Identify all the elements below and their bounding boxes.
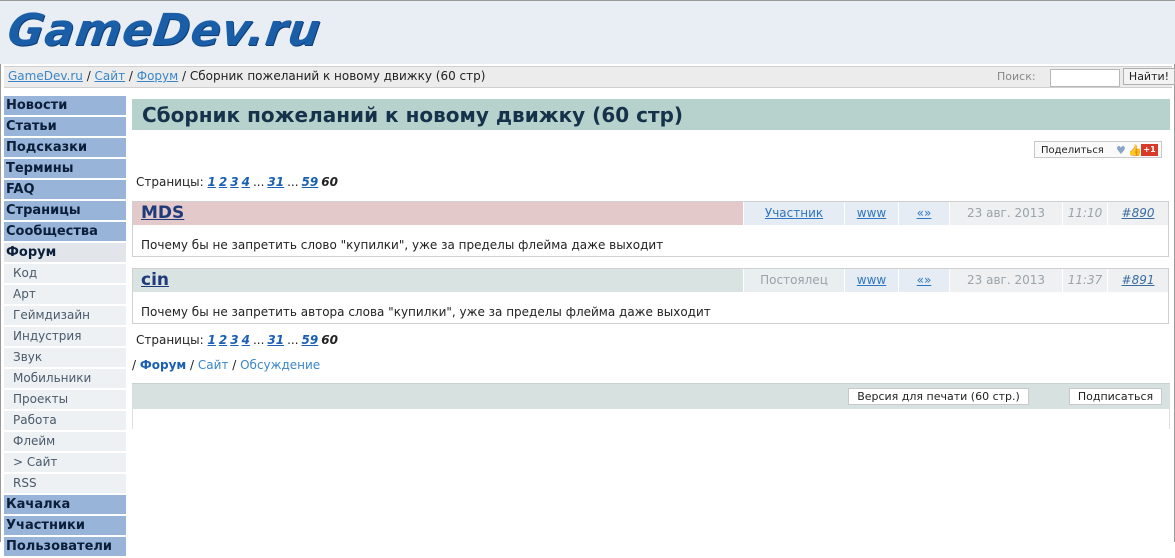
pagination-label: Страницы: <box>136 333 204 347</box>
page-link-59[interactable]: 59 <box>302 175 319 189</box>
sidebar-item-сайт[interactable]: > Сайт <box>4 453 126 472</box>
sidebar-item-проекты[interactable]: Проекты <box>4 390 126 409</box>
sidebar-item-статьи[interactable]: Статьи <box>4 117 126 136</box>
subscribe-button[interactable]: Подписаться <box>1069 388 1162 405</box>
post-number-link[interactable]: #890 <box>1108 202 1168 225</box>
page-link-59[interactable]: 59 <box>302 333 319 347</box>
page-link-2[interactable]: 2 <box>219 333 227 347</box>
page-link-31[interactable]: 31 <box>267 175 284 189</box>
post-time: 11:37 <box>1063 269 1107 292</box>
forum-post: cin Постоялец www «» 23 авг. 2013 11:37 … <box>132 268 1169 324</box>
pagination-label: Страницы: <box>136 175 204 189</box>
breadcrumb-separator: / <box>125 69 137 83</box>
footer-separator: / <box>186 358 198 372</box>
footer-breadcrumb: / Форум / Сайт / Обсуждение <box>132 358 320 372</box>
share-button[interactable]: Поделиться ♥ 👍 +1 <box>1034 141 1162 158</box>
pagination-ellipsis: ... <box>252 333 265 347</box>
page-link-1[interactable]: 1 <box>208 175 216 189</box>
post-body: Почему бы не запретить слово "купилки", … <box>141 238 664 252</box>
sidebar-item-индустрия[interactable]: Индустрия <box>4 327 126 346</box>
share-label: Поделиться <box>1041 145 1104 156</box>
sidebar-item-faq[interactable]: FAQ <box>4 180 126 199</box>
plus-one-icon: +1 <box>1141 144 1158 156</box>
post-quote-link[interactable]: «» <box>899 269 949 292</box>
post-www-link[interactable]: www <box>845 269 898 292</box>
post-date: 23 авг. 2013 <box>950 269 1062 292</box>
sidebar-item-подсказки[interactable]: Подсказки <box>4 138 126 157</box>
footer-discussion-link[interactable]: Обсуждение <box>240 358 320 372</box>
footer-forum-link[interactable]: Форум <box>140 358 186 372</box>
pagination-ellipsis: ... <box>287 175 299 189</box>
pagination-bottom: Страницы: 1 2 3 4... 31... 59 60 <box>136 333 338 347</box>
sidebar-item-мобильники[interactable]: Мобильники <box>4 369 126 388</box>
page-link-3[interactable]: 3 <box>230 175 238 189</box>
page-link-4[interactable]: 4 <box>242 175 250 189</box>
post-date: 23 авг. 2013 <box>950 202 1062 225</box>
breadcrumb-forum-link[interactable]: Форум <box>137 69 178 83</box>
sidebar-item-звук[interactable]: Звук <box>4 348 126 367</box>
sidebar-item-геймдизайн[interactable]: Геймдизайн <box>4 306 126 325</box>
breadcrumb-bar: GameDev.ru / Сайт / Форум / Сборник поже… <box>4 66 1175 88</box>
sidebar-item-страницы[interactable]: Страницы <box>4 201 126 220</box>
breadcrumb: GameDev.ru / Сайт / Форум / Сборник поже… <box>8 69 485 83</box>
site-logo[interactable]: GameDev.ru <box>4 5 324 56</box>
sidebar-item-пользователи[interactable]: Пользователи <box>4 537 126 556</box>
pagination-ellipsis: ... <box>287 333 299 347</box>
sidebar-item-участники[interactable]: Участники <box>4 516 126 535</box>
pagination-ellipsis: ... <box>252 175 265 189</box>
post-author-role[interactable]: Участник <box>744 202 844 225</box>
toolbar-footer-area <box>132 409 1170 429</box>
sidebar-item-форум[interactable]: Форум <box>4 243 126 262</box>
thumbs-up-icon: 👍 <box>1128 144 1142 157</box>
post-www-link[interactable]: www <box>845 202 898 225</box>
post-time: 11:10 <box>1063 202 1107 225</box>
window-frame-left <box>0 0 1 542</box>
sidebar-nav: Новости Статьи Подсказки Термины FAQ Страницы… <box>4 96 126 558</box>
footer-separator: / <box>228 358 241 372</box>
page-link-2[interactable]: 2 <box>219 175 227 189</box>
post-number-link[interactable]: #891 <box>1108 269 1168 292</box>
post-author-role: Постоялец <box>744 269 844 292</box>
footer-separator: / <box>132 358 140 372</box>
sidebar-item-код[interactable]: Код <box>4 264 126 283</box>
post-header: cin Постоялец www «» 23 авг. 2013 11:37 … <box>133 269 1168 292</box>
post-author-link[interactable]: MDS <box>133 202 743 225</box>
post-quote-link[interactable]: «» <box>899 202 949 225</box>
search-input[interactable] <box>1050 69 1120 87</box>
post-author-link[interactable]: cin <box>133 269 743 292</box>
sidebar-item-термины[interactable]: Термины <box>4 159 126 178</box>
breadcrumb-site-link[interactable]: Сайт <box>95 69 126 83</box>
topic-toolbar: Версия для печати (60 стр.) Подписаться <box>132 383 1170 409</box>
post-header: MDS Участник www «» 23 авг. 2013 11:10 #… <box>133 202 1168 225</box>
sidebar-item-новости[interactable]: Новости <box>4 96 126 115</box>
page-link-1[interactable]: 1 <box>208 333 216 347</box>
search-button[interactable]: Найти! <box>1123 68 1175 85</box>
page-link-3[interactable]: 3 <box>230 333 238 347</box>
search-label: Поиск: <box>997 70 1036 83</box>
footer-site-link[interactable]: Сайт <box>198 358 229 372</box>
sidebar-item-rss[interactable]: RSS <box>4 474 126 493</box>
site-header: GameDev.ru <box>0 1 1175 64</box>
print-version-button[interactable]: Версия для печати (60 стр.) <box>848 388 1029 405</box>
page-current: 60 <box>321 175 338 189</box>
post-body: Почему бы не запретить автора слова "куп… <box>141 305 711 319</box>
page-link-4[interactable]: 4 <box>242 333 250 347</box>
sidebar-item-сообщества[interactable]: Сообщества <box>4 222 126 241</box>
sidebar-item-флейм[interactable]: Флейм <box>4 432 126 451</box>
heart-icon: ♥ <box>1116 144 1126 157</box>
sidebar-item-качалка[interactable]: Качалка <box>4 495 126 514</box>
sidebar-item-работа[interactable]: Работа <box>4 411 126 430</box>
page-title-bar: Сборник пожеланий к новому движку (60 ст… <box>132 99 1170 130</box>
breadcrumb-home-link[interactable]: GameDev.ru <box>8 69 83 83</box>
pagination-top: Страницы: 1 2 3 4... 31... 59 60 <box>136 175 338 189</box>
forum-post: MDS Участник www «» 23 авг. 2013 11:10 #… <box>132 201 1169 257</box>
page-link-31[interactable]: 31 <box>267 333 284 347</box>
page-current: 60 <box>321 333 338 347</box>
page-title: Сборник пожеланий к новому движку (60 ст… <box>142 103 684 127</box>
sidebar-item-арт[interactable]: Арт <box>4 285 126 304</box>
breadcrumb-separator: / <box>82 69 95 83</box>
breadcrumb-current: Сборник пожеланий к новому движку (60 ст… <box>189 69 486 83</box>
breadcrumb-separator: / <box>178 69 190 83</box>
